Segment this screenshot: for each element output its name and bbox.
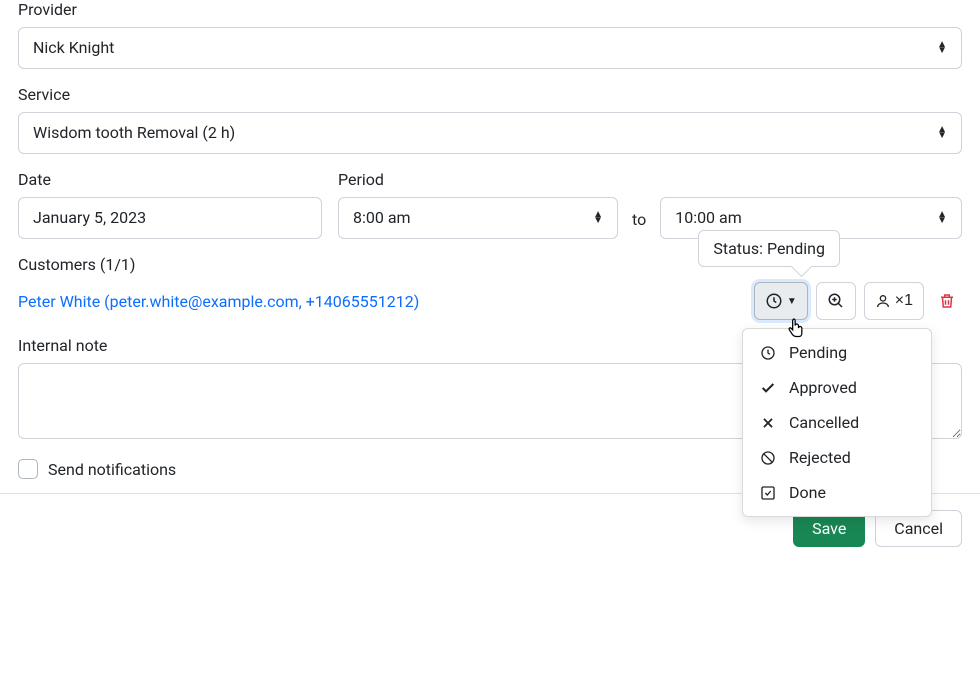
status-option-rejected[interactable]: Rejected [743,440,931,475]
period-start-value: 8:00 am [353,206,411,230]
select-arrows-icon: ▲▼ [937,42,947,54]
status-option-pending[interactable]: Pending [743,335,931,370]
search-detail-button[interactable] [816,282,856,320]
customer-link[interactable]: Peter White (peter.white@example.com, +1… [18,292,419,311]
chevron-down-icon: ▼ [787,296,797,307]
provider-select[interactable]: Nick Knight ▲▼ [18,27,962,69]
date-input[interactable] [18,197,322,239]
clock-icon [765,292,783,310]
status-dropdown-menu: Pending Approved Cancelled [742,328,932,517]
trash-icon [938,292,956,310]
service-value: Wisdom tooth Removal (2 h) [33,121,235,145]
period-end-value: 10:00 am [675,206,742,230]
service-label: Service [18,85,962,104]
period-start-select[interactable]: 8:00 am ▲▼ [338,197,618,239]
status-tooltip: Status: Pending [698,230,840,267]
status-option-label: Rejected [789,448,851,467]
person-icon [875,293,891,309]
check-icon [759,380,777,396]
send-notifications-checkbox[interactable] [18,459,38,479]
status-dropdown-button[interactable]: ▼ [754,282,808,320]
provider-value: Nick Knight [33,36,114,60]
status-option-label: Cancelled [789,413,859,432]
service-select[interactable]: Wisdom tooth Removal (2 h) ▲▼ [18,112,962,154]
status-option-label: Done [789,483,826,502]
select-arrows-icon: ▲▼ [593,212,603,224]
status-option-approved[interactable]: Approved [743,370,931,405]
period-to-label: to [632,210,646,239]
attendee-count-text: ×1 [895,292,913,310]
ban-icon [759,450,777,466]
search-plus-icon [827,292,845,310]
provider-label: Provider [18,0,962,19]
date-label: Date [18,170,322,189]
select-arrows-icon: ▲▼ [937,127,947,139]
status-option-cancelled[interactable]: Cancelled [743,405,931,440]
status-option-done[interactable]: Done [743,475,931,510]
send-notifications-label: Send notifications [48,460,176,479]
check-square-icon [759,485,777,501]
status-option-label: Pending [789,343,847,362]
clock-icon [759,345,777,361]
status-option-label: Approved [789,378,857,397]
select-arrows-icon: ▲▼ [937,212,947,224]
x-icon [759,416,777,430]
attendee-count-button[interactable]: ×1 [864,282,924,320]
delete-customer-button[interactable] [932,286,962,316]
period-label: Period [338,170,618,189]
